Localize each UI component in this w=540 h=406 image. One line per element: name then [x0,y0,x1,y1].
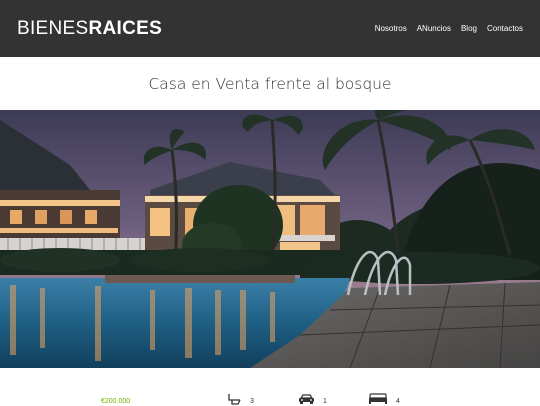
bathrooms-feature: 3 [227,393,257,405]
page-title: Casa en Venta frente al bosque [148,75,392,93]
nav-link-blog[interactable]: Blog [461,22,477,36]
parking-feature: 1 [298,393,328,405]
bedrooms-feature: 4 [368,393,402,405]
property-summary: €200.000 3 1 4 [0,369,540,405]
logo-text-thin: BIENES [17,18,89,39]
logo-text-bold: RAICES [88,18,163,39]
toilet-icon [228,394,241,405]
car-icon [299,394,314,404]
property-photo [0,110,540,368]
site-logo[interactable]: BIENESRAICES [17,17,162,41]
nav-link-anuncios[interactable]: ANuncios [417,22,451,36]
main-nav: Nosotros ANuncios Blog Contactos [375,22,523,36]
site-header: BIENESRAICES Nosotros ANuncios Blog Cont… [0,0,540,57]
nav-link-nosotros[interactable]: Nosotros [375,22,407,36]
nav-link-contactos[interactable]: Contactos [487,22,523,36]
bed-icon [369,393,387,404]
